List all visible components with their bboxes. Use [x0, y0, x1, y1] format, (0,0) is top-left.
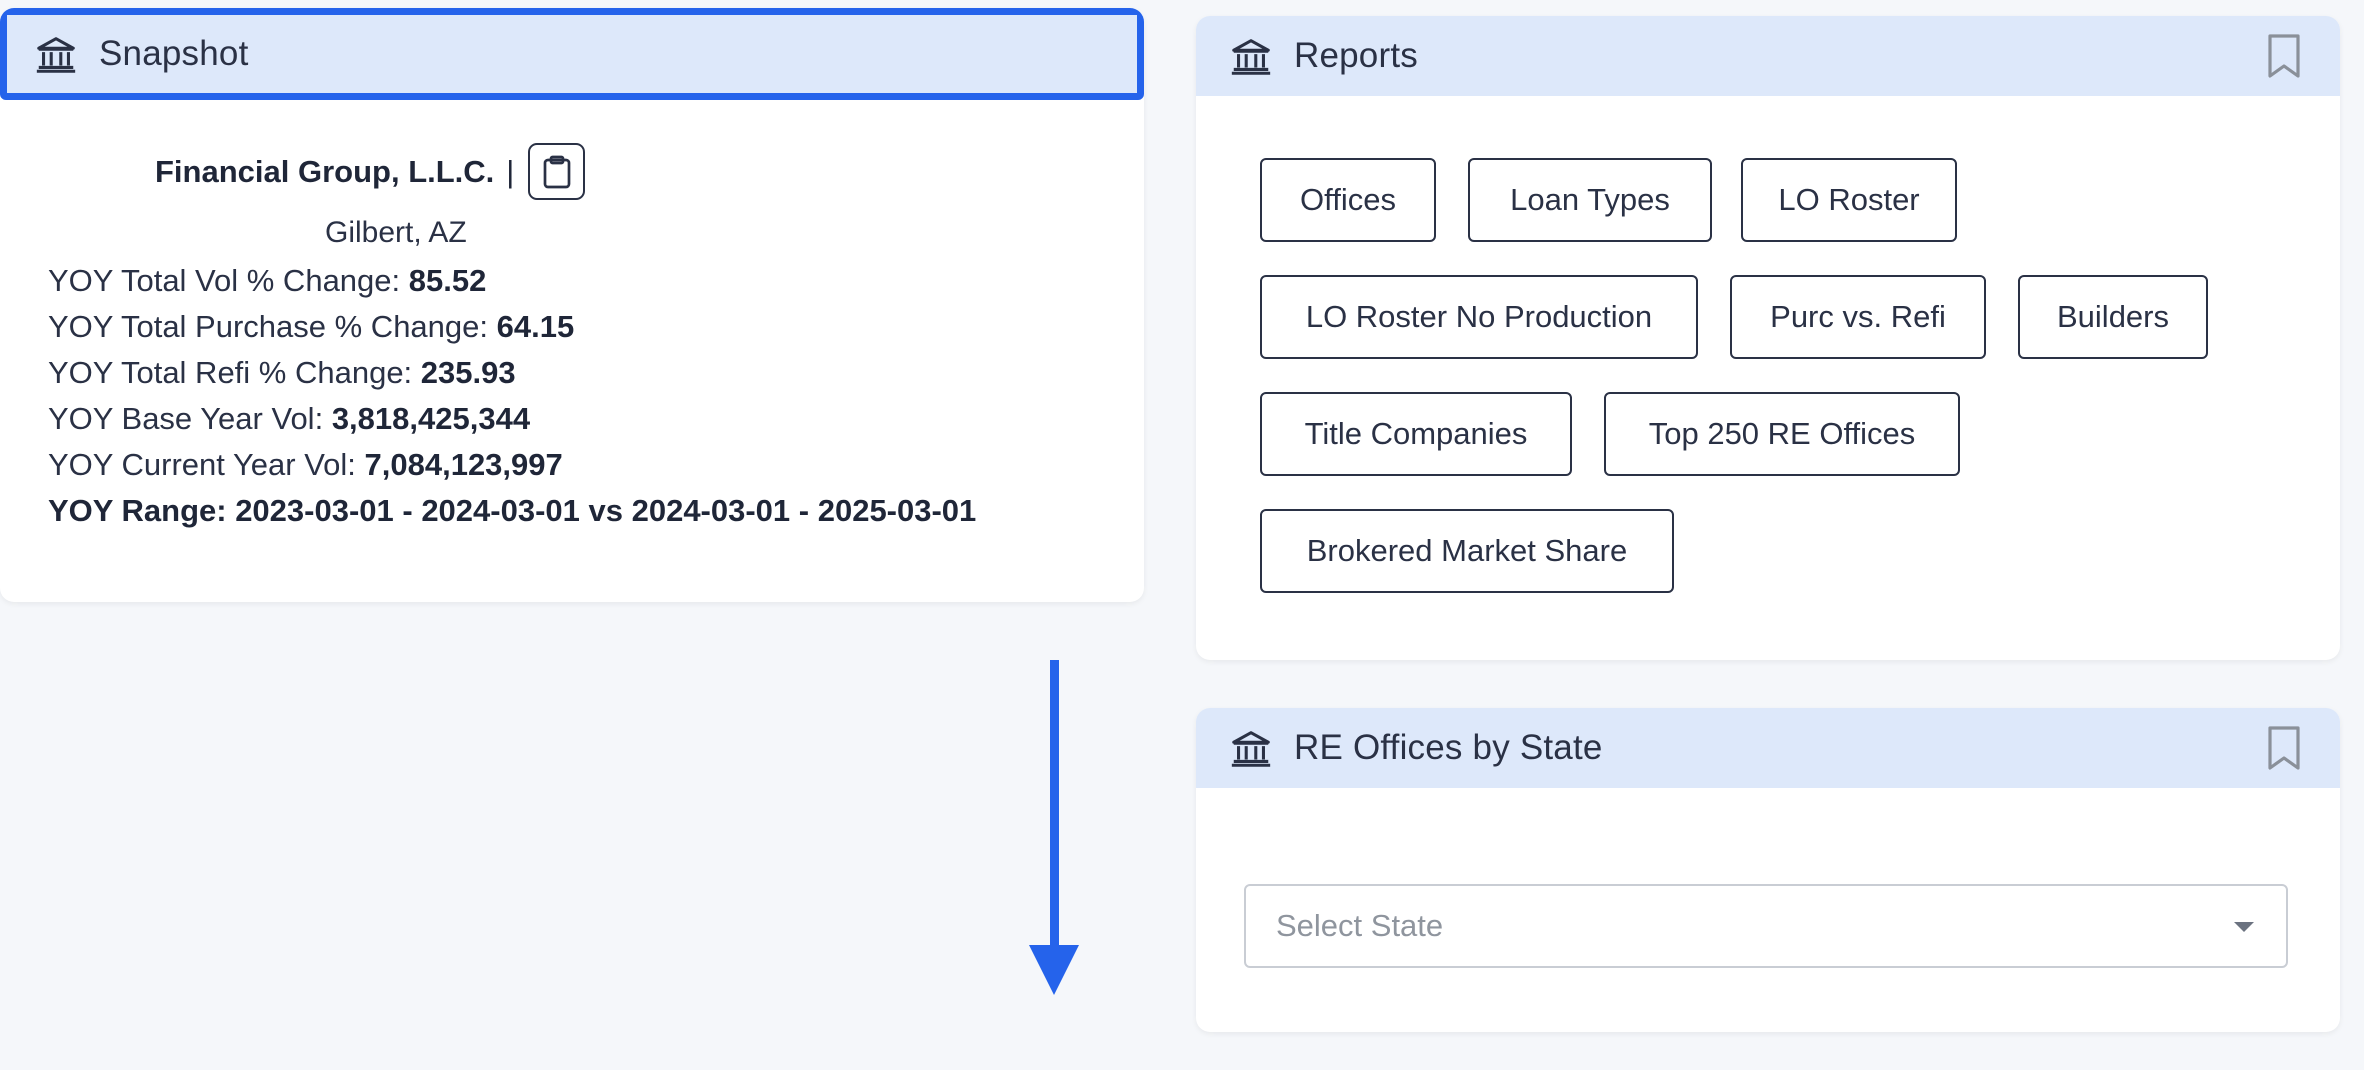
report-loan-types-button[interactable]: Loan Types — [1468, 158, 1712, 242]
company-line: Financial Group, L.L.C. | — [155, 143, 586, 200]
bank-icon — [1228, 33, 1274, 79]
stat-refi-change: YOY Total Refi % Change: 235.93 — [48, 350, 976, 396]
copy-button[interactable] — [528, 143, 586, 200]
report-brokered-market-share-button[interactable]: Brokered Market Share — [1260, 509, 1674, 593]
bank-icon — [1228, 725, 1274, 771]
reports-card: Reports Offices Loan Types LO Roster LO … — [1196, 16, 2340, 660]
re-offices-header: RE Offices by State — [1196, 708, 2340, 788]
separator: | — [506, 153, 515, 189]
company-name: Financial Group, L.L.C. — [155, 153, 495, 189]
company-location: Gilbert, AZ — [325, 216, 467, 249]
stat-value: 85.52 — [408, 263, 487, 298]
reports-title: Reports — [1294, 36, 1418, 75]
bookmark-icon[interactable] — [2266, 34, 2302, 78]
report-top-250-re-offices-button[interactable]: Top 250 RE Offices — [1604, 392, 1960, 476]
stats-list: YOY Total Vol % Change: 85.52 YOY Total … — [48, 258, 976, 534]
stat-value: 235.93 — [420, 355, 516, 390]
report-lo-roster-button[interactable]: LO Roster — [1741, 158, 1957, 242]
bank-icon — [33, 31, 79, 77]
clipboard-icon — [543, 155, 571, 188]
stat-label: YOY Total Purchase % Change: — [48, 309, 497, 344]
report-purc-vs-refi-button[interactable]: Purc vs. Refi — [1730, 275, 1986, 359]
stat-label: YOY Total Vol % Change: — [48, 263, 409, 298]
stat-base-year-vol: YOY Base Year Vol: 3,818,425,344 — [48, 396, 976, 442]
snapshot-header: Snapshot — [0, 8, 1144, 100]
stat-label: YOY Base Year Vol: — [48, 401, 332, 436]
snapshot-title: Snapshot — [99, 34, 249, 73]
re-offices-title: RE Offices by State — [1294, 728, 1603, 767]
stat-total-vol-change: YOY Total Vol % Change: 85.52 — [48, 258, 976, 304]
caret-down-icon — [2232, 920, 2256, 934]
page-canvas: Snapshot Financial Group, L.L.C. | Gilbe… — [0, 0, 2364, 1070]
report-lo-roster-no-production-button[interactable]: LO Roster No Production — [1260, 275, 1698, 359]
stat-purchase-change: YOY Total Purchase % Change: 64.15 — [48, 304, 976, 350]
reports-header: Reports — [1196, 16, 2340, 96]
report-title-companies-button[interactable]: Title Companies — [1260, 392, 1572, 476]
report-offices-button[interactable]: Offices — [1260, 158, 1436, 242]
stat-value: 7,084,123,997 — [364, 447, 563, 482]
snapshot-card: Snapshot Financial Group, L.L.C. | Gilbe… — [0, 8, 1144, 602]
stat-label: YOY Current Year Vol: — [48, 447, 365, 482]
stat-current-year-vol: YOY Current Year Vol: 7,084,123,997 — [48, 442, 976, 488]
stat-value: 64.15 — [496, 309, 575, 344]
report-builders-button[interactable]: Builders — [2018, 275, 2208, 359]
stat-value: 3,818,425,344 — [331, 401, 531, 436]
state-select[interactable]: Select State — [1244, 884, 2288, 968]
bookmark-icon[interactable] — [2266, 726, 2302, 770]
down-arrow-icon — [1024, 660, 1084, 1000]
re-offices-card: RE Offices by State Select State — [1196, 708, 2340, 1032]
stat-label: YOY Total Refi % Change: — [48, 355, 421, 390]
state-select-placeholder: Select State — [1276, 908, 1444, 943]
yoy-range: YOY Range: 2023-03-01 - 2024-03-01 vs 20… — [48, 493, 977, 528]
